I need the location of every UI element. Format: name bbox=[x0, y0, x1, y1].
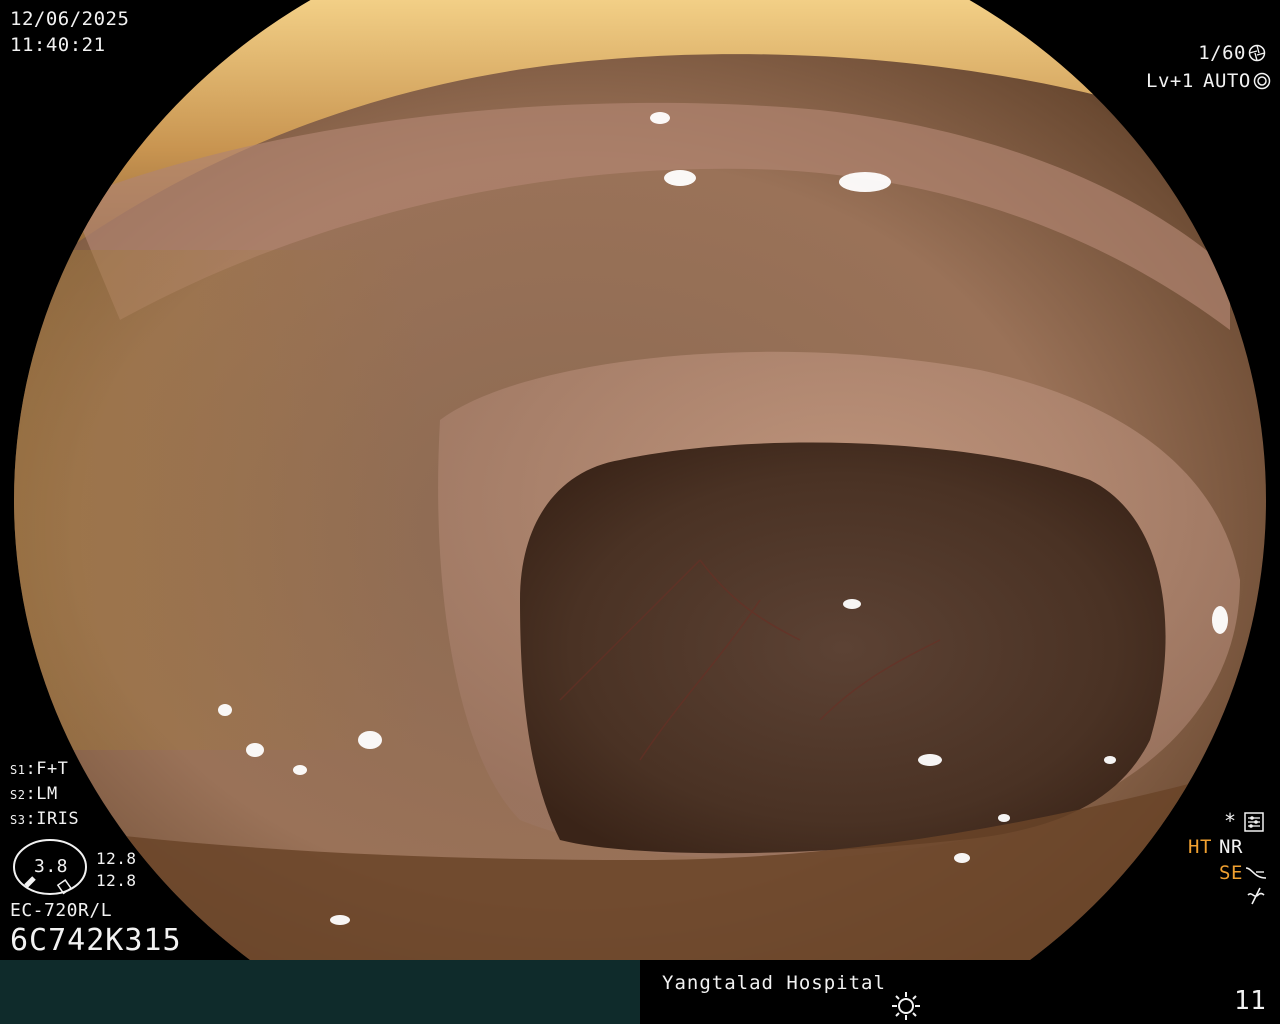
setting-s1: S1:F+T bbox=[10, 759, 69, 779]
setting-s3: S3:IRIS bbox=[10, 809, 80, 829]
gauge-bottom-value: 12.8 bbox=[96, 871, 137, 890]
gauge-center-value: 3.8 bbox=[34, 856, 69, 877]
auto-readout: AUTO bbox=[1203, 70, 1271, 92]
scope-model: EC-720R/L bbox=[10, 900, 113, 921]
shutter-icon bbox=[1248, 44, 1266, 62]
colon-lumen-view bbox=[14, 0, 1266, 960]
footer-bar bbox=[0, 960, 1280, 1024]
shutter-value: 1/60 bbox=[1198, 42, 1246, 64]
nr-flag: NR bbox=[1219, 836, 1243, 858]
setting-s2-value: LM bbox=[36, 784, 58, 804]
brightness-icon bbox=[892, 992, 920, 1020]
endoscopic-image bbox=[0, 0, 1280, 960]
setting-s2: S2:LM bbox=[10, 784, 58, 804]
settings-icon bbox=[1244, 812, 1264, 832]
setting-s3-value: IRIS bbox=[36, 809, 80, 829]
auto-label: AUTO bbox=[1203, 70, 1251, 92]
se-flag: SE bbox=[1219, 862, 1243, 884]
auto-icon bbox=[1253, 72, 1271, 90]
setting-s3-key: S3 bbox=[10, 813, 26, 827]
date-readout: 12/06/2025 bbox=[10, 8, 130, 30]
shutter-readout: 1/60 bbox=[1198, 42, 1266, 64]
gauge-top-value: 12.8 bbox=[96, 849, 137, 868]
hospital-name: Yangtalad Hospital bbox=[662, 972, 886, 994]
no-signal-icon bbox=[1247, 887, 1265, 905]
star-flag: * bbox=[1224, 809, 1237, 833]
image-count: 11 bbox=[1234, 986, 1267, 1016]
level-readout: Lv+1 bbox=[1146, 70, 1194, 92]
setting-s1-key: S1 bbox=[10, 763, 26, 777]
scope-serial: 6C742K315 bbox=[10, 923, 182, 958]
footer-left-panel bbox=[0, 960, 640, 1024]
setting-s2-key: S2 bbox=[10, 788, 26, 802]
setting-s1-value: F+T bbox=[36, 759, 69, 779]
time-readout: 11:40:21 bbox=[10, 34, 106, 56]
ht-flag: HT bbox=[1188, 836, 1212, 858]
curve-icon bbox=[1245, 867, 1267, 879]
